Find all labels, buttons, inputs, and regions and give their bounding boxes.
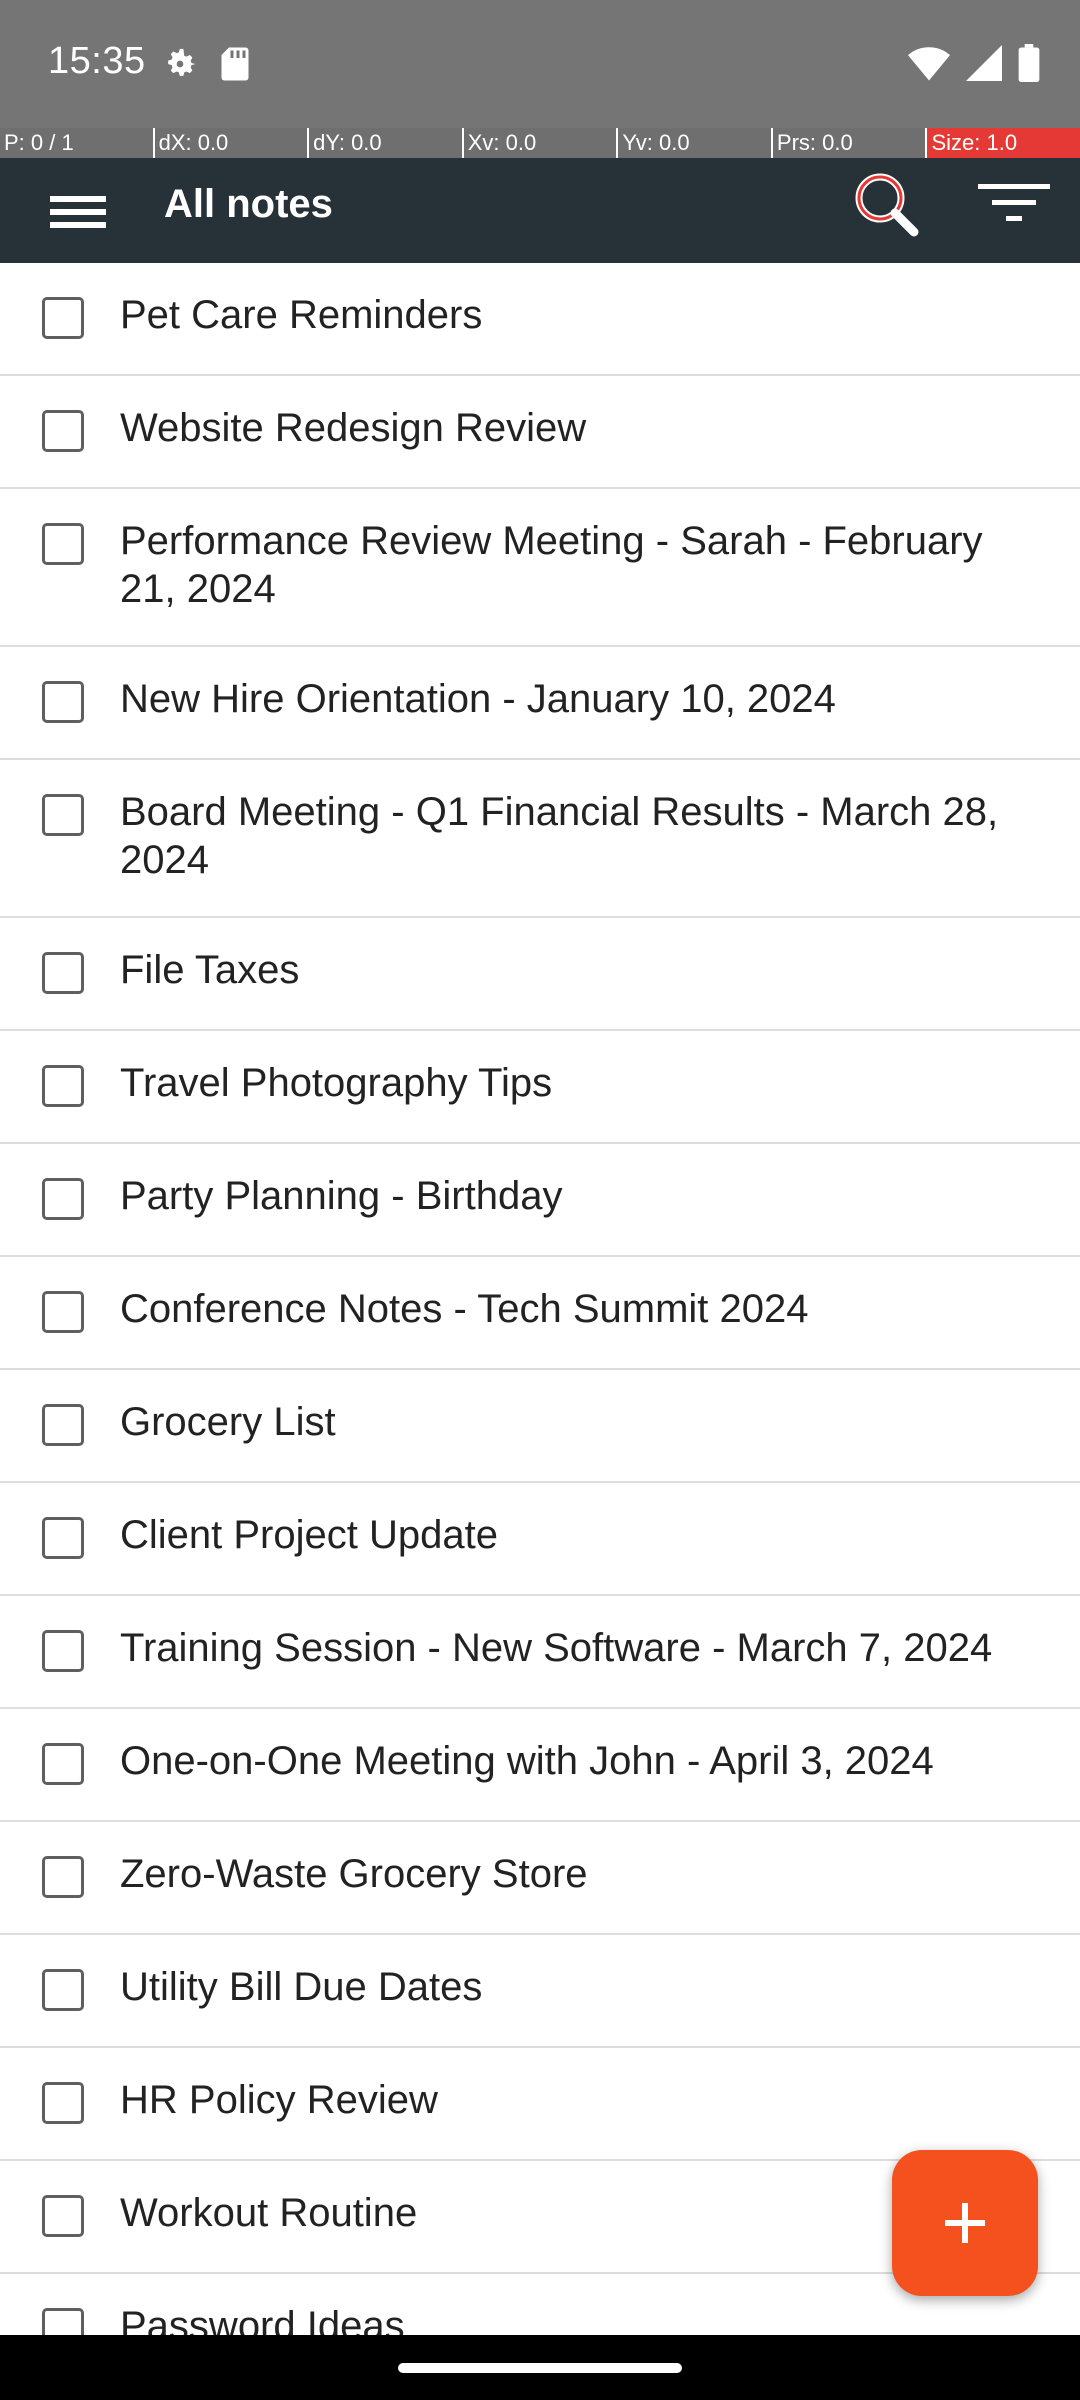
note-title: New Hire Orientation - January 10, 2024 xyxy=(120,677,836,721)
system-nav-bar xyxy=(0,2335,1080,2400)
note-title: Pet Care Reminders xyxy=(120,293,483,337)
sd-card-icon xyxy=(220,46,250,87)
signal-icon xyxy=(966,45,1002,86)
menu-button[interactable] xyxy=(44,176,116,248)
note-title: Conference Notes - Tech Summit 2024 xyxy=(120,1287,809,1331)
debug-yv: Yv: 0.0 xyxy=(618,128,773,158)
page-title: All notes xyxy=(164,182,333,226)
note-title: Utility Bill Due Dates xyxy=(120,1965,483,2009)
note-checkbox[interactable] xyxy=(42,681,84,723)
note-title: Grocery List xyxy=(120,1400,336,1444)
list-item[interactable]: Conference Notes - Tech Summit 2024 xyxy=(0,1257,1080,1370)
note-checkbox[interactable] xyxy=(42,523,84,565)
note-checkbox[interactable] xyxy=(42,1630,84,1672)
note-checkbox[interactable] xyxy=(42,952,84,994)
list-item[interactable]: Zero-Waste Grocery Store xyxy=(0,1822,1080,1935)
note-checkbox[interactable] xyxy=(42,2308,84,2335)
note-checkbox[interactable] xyxy=(42,1065,84,1107)
list-item[interactable]: Performance Review Meeting - Sarah - Feb… xyxy=(0,489,1080,647)
note-title: Performance Review Meeting - Sarah - Feb… xyxy=(120,519,983,611)
status-bar: 15:35 xyxy=(0,0,1080,128)
status-time: 15:35 xyxy=(48,40,146,82)
filter-button[interactable] xyxy=(974,174,1054,246)
list-item[interactable]: Party Planning - Birthday xyxy=(0,1144,1080,1257)
note-title: Training Session - New Software - March … xyxy=(120,1626,993,1670)
debug-pressure: Prs: 0.0 xyxy=(772,128,928,158)
list-item[interactable]: New Hire Orientation - January 10, 2024 xyxy=(0,647,1080,760)
debug-xv: Xv: 0.0 xyxy=(463,128,619,158)
search-icon xyxy=(855,173,919,237)
list-item[interactable]: Training Session - New Software - March … xyxy=(0,1596,1080,1709)
note-checkbox[interactable] xyxy=(42,2195,84,2237)
note-checkbox[interactable] xyxy=(42,1743,84,1785)
filter-icon xyxy=(978,184,1050,221)
note-checkbox[interactable] xyxy=(42,1856,84,1898)
note-title: Password Ideas xyxy=(120,2304,405,2335)
plus-icon xyxy=(945,2203,985,2243)
note-checkbox[interactable] xyxy=(42,1291,84,1333)
home-indicator[interactable] xyxy=(398,2363,682,2373)
battery-icon xyxy=(1018,44,1040,87)
list-item[interactable]: Client Project Update xyxy=(0,1483,1080,1596)
note-checkbox[interactable] xyxy=(42,1404,84,1446)
list-item[interactable]: File Taxes xyxy=(0,918,1080,1031)
note-title: Client Project Update xyxy=(120,1513,498,1557)
wifi-icon xyxy=(908,45,950,86)
list-item[interactable]: Grocery List xyxy=(0,1370,1080,1483)
search-button[interactable] xyxy=(846,164,928,246)
note-title: One-on-One Meeting with John - April 3, … xyxy=(120,1739,934,1783)
debug-dy: dY: 0.0 xyxy=(309,128,464,158)
debug-dx: dX: 0.0 xyxy=(154,128,310,158)
note-title: HR Policy Review xyxy=(120,2078,438,2122)
app-bar: All notes xyxy=(0,158,1080,263)
debug-size: Size: 1.0 xyxy=(927,128,1080,158)
note-title: Board Meeting - Q1 Financial Results - M… xyxy=(120,790,999,882)
note-title: Travel Photography Tips xyxy=(120,1061,553,1105)
note-checkbox[interactable] xyxy=(42,794,84,836)
note-checkbox[interactable] xyxy=(42,1969,84,2011)
note-title: Website Redesign Review xyxy=(120,406,587,450)
note-checkbox[interactable] xyxy=(42,1178,84,1220)
note-title: Zero-Waste Grocery Store xyxy=(120,1852,588,1896)
note-checkbox[interactable] xyxy=(42,2082,84,2124)
list-item[interactable]: Utility Bill Due Dates xyxy=(0,1935,1080,2048)
add-note-button[interactable] xyxy=(892,2150,1038,2296)
list-item[interactable]: One-on-One Meeting with John - April 3, … xyxy=(0,1709,1080,1822)
note-checkbox[interactable] xyxy=(42,410,84,452)
notes-list[interactable]: Pet Care Reminders Website Redesign Revi… xyxy=(0,263,1080,2335)
menu-icon xyxy=(50,196,106,228)
note-title: File Taxes xyxy=(120,948,300,992)
debug-pointer-count: P: 0 / 1 xyxy=(0,128,155,158)
list-item[interactable]: Pet Care Reminders xyxy=(0,263,1080,376)
settings-icon xyxy=(160,44,200,89)
note-checkbox[interactable] xyxy=(42,1517,84,1559)
list-item[interactable]: Website Redesign Review xyxy=(0,376,1080,489)
pointer-debug-overlay: P: 0 / 1 dX: 0.0 dY: 0.0 Xv: 0.0 Yv: 0.0… xyxy=(0,128,1080,158)
note-title: Party Planning - Birthday xyxy=(120,1174,563,1218)
list-item[interactable]: HR Policy Review xyxy=(0,2048,1080,2161)
note-checkbox[interactable] xyxy=(42,297,84,339)
list-item[interactable]: Board Meeting - Q1 Financial Results - M… xyxy=(0,760,1080,918)
list-item[interactable]: Travel Photography Tips xyxy=(0,1031,1080,1144)
